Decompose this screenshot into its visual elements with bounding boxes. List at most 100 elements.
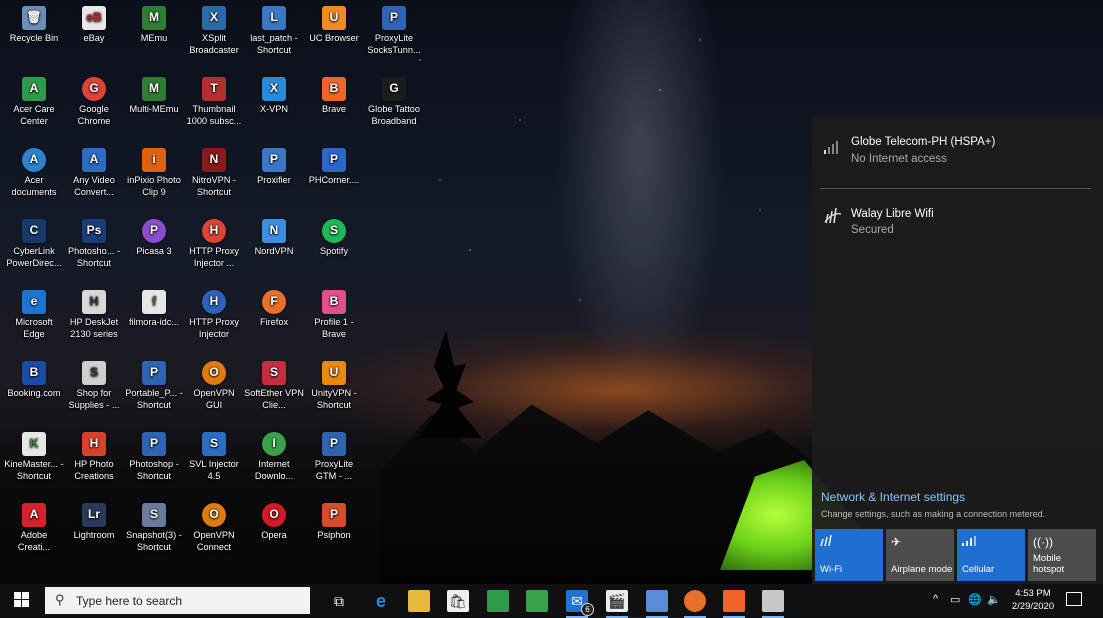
desktop-icon[interactable]: K KineMaster... - Shortcut — [4, 430, 64, 482]
network-flyout: Globe Telecom-PH (HSPA+) No Internet acc… — [812, 116, 1103, 584]
network-globe-icon[interactable]: 🌐 — [968, 593, 982, 606]
desktop-icon[interactable]: P Picasa 3 — [124, 217, 184, 258]
snapshot-icon: S — [142, 503, 166, 527]
desktop-icon[interactable]: S SoftEther VPN Clie... — [244, 359, 304, 411]
network-settings-link[interactable]: Network & Internet settings — [821, 490, 965, 504]
desktop-icon-label: SoftEther VPN Clie... — [244, 388, 304, 410]
desktop-icon[interactable]: H HTTP Proxy Injector ... — [184, 217, 244, 269]
network-item-walay[interactable]: Walay Libre Wifi Secured — [812, 196, 1103, 246]
mail-icon[interactable]: ✉ 6 — [566, 590, 594, 618]
nitrovpn-icon: N — [202, 148, 226, 172]
desktop-icon[interactable]: M Multi-MEmu — [124, 75, 184, 116]
desktop-icon-label: HP Photo Creations — [74, 459, 114, 481]
desktop-icon[interactable]: Lr Lightroom — [64, 501, 124, 542]
desktop-icon[interactable]: G Google Chrome — [64, 75, 124, 127]
desktop-icon[interactable]: T Thumbnail 1000 subsc... — [184, 75, 244, 127]
desktop-icon[interactable]: O Opera — [244, 501, 304, 542]
desktop-icon[interactable]: I Internet Downlo... — [244, 430, 304, 482]
desktop-icon-label: Recycle Bin — [9, 33, 59, 43]
shortcut-icon: P — [142, 432, 166, 456]
proxifier-icon: P — [262, 148, 286, 172]
desktop-icon-label: UnityVPN - Shortcut — [311, 388, 357, 410]
desktop-icon[interactable]: S SVL Injector 4.5 — [184, 430, 244, 482]
cellular-toggle[interactable]: Cellular — [957, 529, 1025, 581]
desktop-icon[interactable]: S Shop for Supplies - ... — [64, 359, 124, 411]
desktop-icon[interactable]: A Acer documents — [4, 146, 64, 198]
desktop-icon[interactable]: O OpenVPN Connect — [184, 501, 244, 553]
desktop-icon[interactable]: G Globe Tattoo Broadband — [364, 75, 424, 127]
desktop-icon[interactable]: P ProxyLite GTM - ... — [304, 430, 364, 482]
desktop-icon[interactable]: C CyberLink PowerDirec... — [4, 217, 64, 269]
desktop-icon[interactable]: Ps Photosho... - Shortcut — [64, 217, 124, 269]
firefox-icon[interactable] — [684, 590, 706, 618]
desktop-icon-label: Photoshop - Shortcut — [129, 459, 179, 481]
desktop-icon[interactable]: P Proxifier — [244, 146, 304, 187]
airplane-mode-toggle[interactable]: ✈ Airplane mode — [886, 529, 954, 581]
desktop-icon[interactable]: P ProxyLite SocksTunn... — [364, 4, 424, 56]
desktop-icon[interactable]: A Any Video Convert... — [64, 146, 124, 198]
notification-center-icon[interactable] — [1066, 592, 1082, 606]
desktop-icon[interactable]: B Brave — [304, 75, 364, 116]
http-proxy-injector-icon: H — [202, 290, 226, 314]
video-editor-icon[interactable]: 🎬 — [606, 590, 628, 618]
volume-icon[interactable]: 🔈 — [987, 593, 1001, 606]
shortcut-icon: P — [142, 361, 166, 385]
recycle-bin-icon: 🗑 — [22, 6, 46, 30]
desktop-icon[interactable]: H HP Photo Creations — [64, 430, 124, 482]
desktop-icon[interactable]: eB eBay — [64, 4, 124, 45]
search-box[interactable]: ⚲ Type here to search — [45, 587, 310, 614]
desktop-icon[interactable]: S Spotify — [304, 217, 364, 258]
desktop-icon[interactable]: F Firefox — [244, 288, 304, 329]
desktop-icon[interactable]: N NordVPN — [244, 217, 304, 258]
notes-icon[interactable] — [646, 590, 668, 618]
desktop-icon[interactable]: M MEmu — [124, 4, 184, 45]
mobile-hotspot-toggle[interactable]: ((·)) Mobile hotspot — [1028, 529, 1096, 581]
desktop-icon[interactable]: H HP DeskJet 2130 series — [64, 288, 124, 340]
network-item-globe[interactable]: Globe Telecom-PH (HSPA+) No Internet acc… — [812, 116, 1103, 186]
desktop-icon[interactable]: i inPixio Photo Clip 9 — [124, 146, 184, 198]
desktop-icon[interactable]: Llast_patch - Shortcut — [244, 4, 304, 56]
desktop-icon[interactable]: P PHCorner.... — [304, 146, 364, 187]
desktop-icon-label: MEmu — [140, 33, 168, 43]
xsplit-icon: X — [202, 6, 226, 30]
photos-app-icon[interactable] — [487, 590, 509, 612]
paint-icon[interactable] — [762, 590, 784, 618]
desktop-icon[interactable]: U UnityVPN - Shortcut — [304, 359, 364, 411]
airplane-icon: ✈ — [891, 535, 902, 549]
desktop-icon[interactable]: B Booking.com — [4, 359, 64, 400]
desktop-icon[interactable]: U UC Browser — [304, 4, 364, 45]
brave-icon[interactable] — [723, 590, 745, 618]
desktop-icon-label: Snapshot(3) - Shortcut — [126, 530, 182, 552]
notes-app-icon[interactable] — [526, 590, 548, 612]
windows-start-icon[interactable] — [14, 592, 30, 608]
desktop-icon-label: SVL Injector 4.5 — [189, 459, 239, 481]
desktop-icon-label: NordVPN — [254, 246, 294, 256]
desktop-icon[interactable]: N NitroVPN - Shortcut — [184, 146, 244, 198]
desktop-icon-label: ProxyLite GTM - ... — [314, 459, 354, 481]
desktop-icon[interactable]: H HTTP Proxy Injector — [184, 288, 244, 340]
desktop-icon[interactable]: S Snapshot(3) - Shortcut — [124, 501, 184, 553]
desktop-icon[interactable]: B Profile 1 - Brave — [304, 288, 364, 340]
desktop-icon[interactable]: f filmora-idc... — [124, 288, 184, 329]
desktop-icon[interactable]: X X-VPN — [244, 75, 304, 116]
desktop-icon[interactable]: A Acer Care Center — [4, 75, 64, 127]
desktop-icon[interactable]: 🗑 Recycle Bin — [4, 4, 64, 45]
chevron-up-icon[interactable]: ^ — [933, 593, 938, 605]
desktop-icon[interactable]: P Psiphon — [304, 501, 364, 542]
svl-injector-icon: S — [202, 432, 226, 456]
desktop-icon[interactable]: P Portable_P... - Shortcut — [124, 359, 184, 411]
task-view-icon[interactable]: ⧉ — [328, 590, 350, 612]
desktop-icon-label: Acer documents — [11, 175, 57, 197]
desktop-icon[interactable]: P Photoshop - Shortcut — [124, 430, 184, 482]
file-explorer-icon[interactable] — [408, 590, 430, 612]
store-icon[interactable]: 🛍 — [447, 590, 469, 612]
battery-icon[interactable]: ▭ — [950, 593, 960, 606]
desktop-icon-label: Microsoft Edge — [15, 317, 53, 339]
system-clock[interactable]: 4:53 PM 2/29/2020 — [1007, 587, 1059, 613]
wifi-toggle[interactable]: Wi-Fi — [815, 529, 883, 581]
desktop-icon[interactable]: X XSplit Broadcaster — [184, 4, 244, 56]
desktop-icon[interactable]: e Microsoft Edge — [4, 288, 64, 340]
desktop-icon[interactable]: A Adobe Creati... — [4, 501, 64, 553]
desktop-icon[interactable]: O OpenVPN GUI — [184, 359, 244, 411]
edge-icon[interactable]: e — [370, 590, 392, 612]
